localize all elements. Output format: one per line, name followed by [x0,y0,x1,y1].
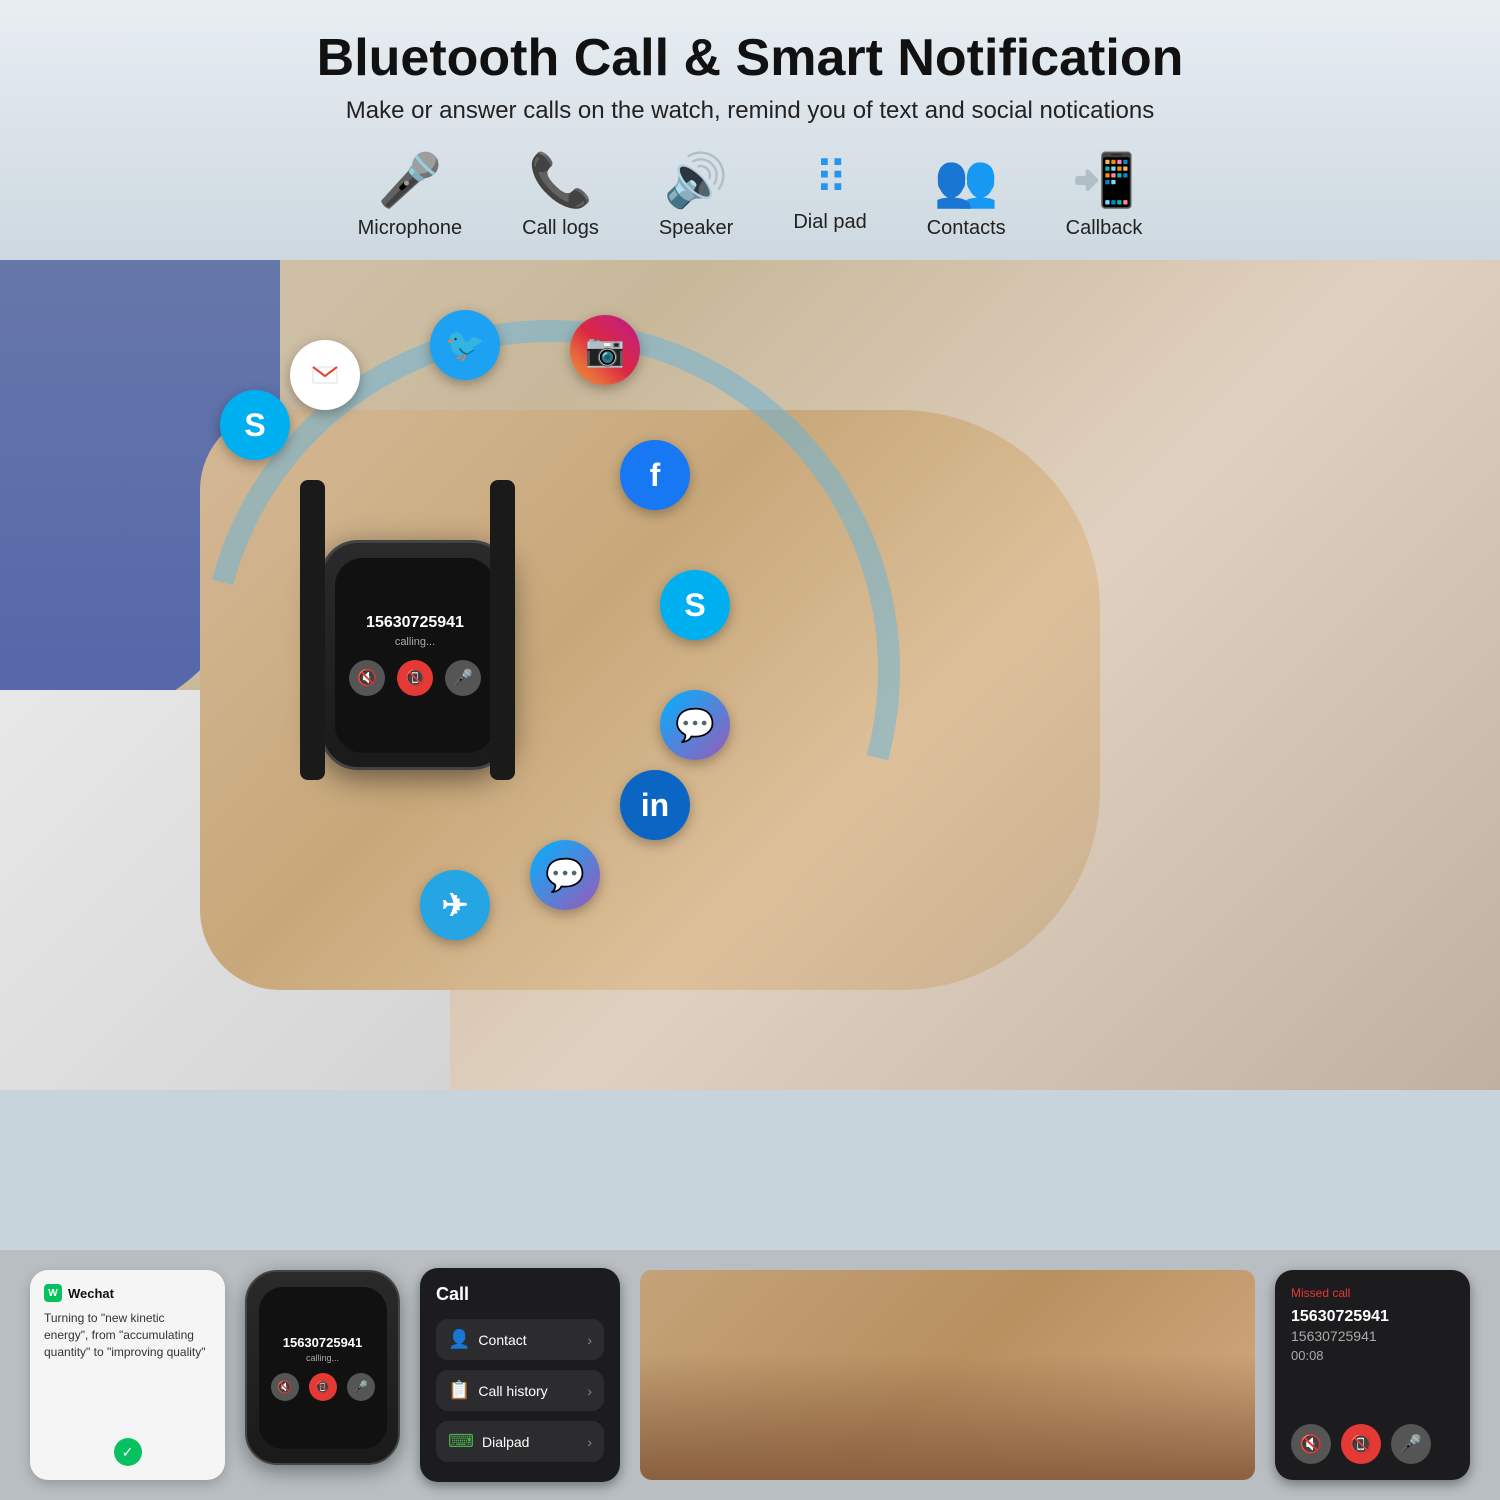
twitter-icon: 🐦 [430,310,500,380]
feature-label-contacts: Contacts [927,217,1006,240]
small-watch-screen: 15630725941 calling... 🔇 📵 🎤 [259,1287,387,1449]
watch-call-status: calling... [395,636,435,648]
cmi-contact-left: 👤 Contact [448,1329,527,1350]
missed-call-decline-button[interactable]: 📵 [1341,1424,1381,1464]
person-shadow [640,1354,1255,1480]
wechat-header: W Wechat [44,1284,211,1302]
feature-callback: 📲 Callback [1066,155,1143,240]
messenger-icon-2: 💬 [530,840,600,910]
missed-call-card: Missed call 15630725941 15630725941 00:0… [1275,1270,1470,1480]
callback-icon: 📲 [1072,155,1137,207]
linkedin-icon: in [620,770,690,840]
history-arrow-icon: › [587,1383,592,1399]
telegram-icon: ✈ [420,870,490,940]
dialpad-icon: ⌨ [448,1431,474,1452]
call-menu-card: Call 👤 Contact › 📋 Call history › ⌨ Dial… [420,1268,620,1482]
watch-call-number: 15630725941 [366,614,464,632]
watch-mute-button[interactable]: 🔇 [349,660,385,696]
contact-icon: 👤 [448,1329,470,1350]
top-section: Bluetooth Call & Smart Notification Make… [0,0,1500,260]
feature-contacts: 👥 Contacts [927,155,1006,240]
small-watch-decline-button[interactable]: 📵 [309,1373,337,1401]
feature-label-dial-pad: Dial pad [793,211,866,234]
missed-call-label: Missed call [1291,1286,1350,1300]
wechat-icon: W [44,1284,62,1302]
call-menu-history[interactable]: 📋 Call history › [436,1370,604,1411]
watch-call-buttons: 🔇 📵 🎤 [349,660,481,696]
dial-pad-icon: ⠿ [814,155,846,201]
feature-label-call-logs: Call logs [522,217,599,240]
bottom-section: W Wechat Turning to "new kinetic energy"… [0,1250,1500,1500]
missed-call-mic-button[interactable]: 🎤 [1391,1424,1431,1464]
skype-icon-mid: S [660,570,730,640]
feature-microphone: 🎤 Microphone [358,155,463,240]
feature-label-speaker: Speaker [659,217,734,240]
main-watch: 15630725941 calling... 🔇 📵 🎤 [320,540,510,770]
contacts-icon: 👥 [934,155,999,207]
wechat-app-name: Wechat [68,1286,114,1301]
facebook-icon: f [620,440,690,510]
contact-arrow-icon: › [587,1332,592,1348]
missed-call-time: 00:08 [1291,1348,1454,1363]
watch-body-main: 15630725941 calling... 🔇 📵 🎤 [320,540,510,770]
watch-mic-button[interactable]: 🎤 [445,660,481,696]
call-menu-contact-label: Contact [478,1332,526,1348]
middle-section: 🐦 📷 S f S 💬 in 💬 ✈ 15630725941 calling..… [0,260,1500,1090]
missed-call-mute-button[interactable]: 🔇 [1291,1424,1331,1464]
small-watch-mute-button[interactable]: 🔇 [271,1373,299,1401]
wechat-confirm-button[interactable]: ✓ [114,1438,142,1466]
call-menu-title: Call [436,1284,604,1305]
small-watch-status: calling... [306,1353,339,1363]
wechat-message: Turning to "new kinetic energy", from "a… [44,1310,211,1360]
instagram-icon: 📷 [570,315,640,385]
call-menu-contact[interactable]: 👤 Contact › [436,1319,604,1360]
cmi-history-left: 📋 Call history [448,1380,548,1401]
call-menu-history-label: Call history [478,1383,547,1399]
call-history-icon: 📋 [448,1380,470,1401]
watch-strap-bottom [490,480,515,780]
feature-speaker: 🔊 Speaker [659,155,734,240]
watch-decline-button[interactable]: 📵 [397,660,433,696]
person-background [640,1270,1255,1480]
watch-strap-top [300,480,325,780]
small-watch-calling: 15630725941 calling... 🔇 📵 🎤 [245,1270,400,1480]
small-watch-body: 15630725941 calling... 🔇 📵 🎤 [245,1270,400,1465]
gmail-icon [290,340,360,410]
missed-call-number1: 15630725941 [1291,1308,1454,1326]
small-watch-number: 15630725941 [283,1335,363,1350]
feature-label-callback: Callback [1066,217,1143,240]
features-row: 🎤 Microphone 📞 Call logs 🔊 Speaker ⠿ Dia… [60,155,1440,240]
call-menu-dialpad-label: Dialpad [482,1434,529,1450]
wechat-notification-card: W Wechat Turning to "new kinetic energy"… [30,1270,225,1480]
watch-screen-main: 15630725941 calling... 🔇 📵 🎤 [335,558,495,753]
speaker-icon: 🔊 [664,155,729,207]
feature-call-logs: 📞 Call logs [522,155,599,240]
call-menu-dialpad[interactable]: ⌨ Dialpad › [436,1421,604,1462]
missed-call-header: Missed call [1291,1286,1454,1300]
cmi-dialpad-left: ⌨ Dialpad [448,1431,529,1452]
messenger-icon: 💬 [660,690,730,760]
dialpad-arrow-icon: › [587,1434,592,1450]
skype-icon-top: S [220,390,290,460]
small-watch-mic-button[interactable]: 🎤 [347,1373,375,1401]
main-title: Bluetooth Call & Smart Notification [60,30,1440,87]
call-logs-icon: 📞 [528,155,593,207]
microphone-icon: 🎤 [378,155,443,207]
feature-dial-pad: ⠿ Dial pad [793,155,866,234]
feature-label-microphone: Microphone [358,217,463,240]
missed-call-number2: 15630725941 [1291,1328,1454,1344]
small-watch-buttons: 🔇 📵 🎤 [271,1373,375,1401]
sub-title: Make or answer calls on the watch, remin… [60,97,1440,125]
missed-call-buttons: 🔇 📵 🎤 [1291,1424,1454,1464]
